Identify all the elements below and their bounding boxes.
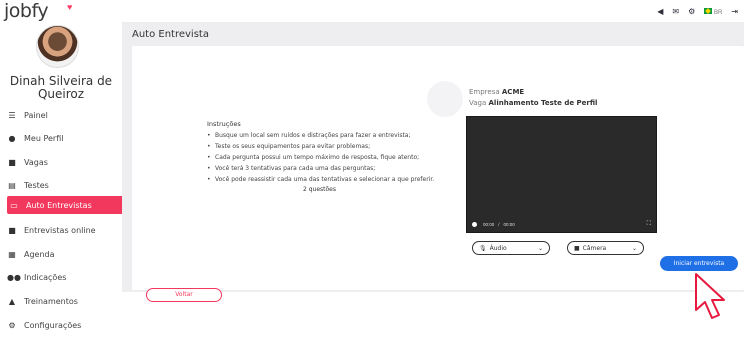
camera-select[interactable]: ■ Câmera ⌄ xyxy=(567,241,644,255)
briefcase-icon: ■ xyxy=(8,157,16,167)
user-icon: ● xyxy=(8,133,16,143)
page-title: Auto Entrevista xyxy=(132,29,209,40)
instructions-title: Instruções xyxy=(207,120,241,128)
sliders-icon: ☰ xyxy=(8,110,16,120)
sidebar-item-vagas[interactable]: ■ Vagas xyxy=(7,153,129,171)
top-bar: jobfy ♥ ◀ ✉ ⚙ BR ⇥ xyxy=(0,0,744,22)
sidebar-item-treinamentos[interactable]: ▲ Treinamentos xyxy=(7,292,129,310)
sidebar-item-label: Meu Perfil xyxy=(24,133,64,143)
sidebar-item-label: Painel xyxy=(24,110,48,120)
video-time-separator: / xyxy=(498,221,500,227)
avatar[interactable] xyxy=(36,25,79,68)
logo-heart-icon: ♥ xyxy=(67,2,73,12)
gear-icon[interactable]: ⚙ xyxy=(688,7,695,16)
chat-icon: ▭ xyxy=(10,200,18,210)
user-name: Dinah Silveira de Queiroz xyxy=(9,74,113,101)
video-duration: 00:00 xyxy=(503,221,515,227)
language-label: BR xyxy=(713,9,723,16)
video-controls: 00:00 / 00:00 ⛶ xyxy=(467,219,656,229)
sidebar-item-configuracoes[interactable]: ⚙ Configurações xyxy=(7,316,129,334)
logout-icon[interactable]: ⇥ xyxy=(731,7,738,16)
job-label: Vaga xyxy=(469,99,487,107)
video-preview[interactable]: 00:00 / 00:00 ⛶ xyxy=(466,116,657,233)
fullscreen-icon[interactable]: ⛶ xyxy=(647,221,651,228)
company-name: ACME xyxy=(501,88,525,96)
video-icon: ■ xyxy=(8,225,16,235)
sidebar-item-label: Indicações xyxy=(24,272,67,282)
chevron-down-icon: ⌄ xyxy=(631,244,637,252)
interview-card: Empresa ACME Vaga Alinhamento Teste de P… xyxy=(132,46,744,302)
list-item: Busque um local sem ruídos e distrações … xyxy=(207,130,477,141)
sidebar-item-label: Entrevistas online xyxy=(24,225,96,235)
brazil-flag-icon xyxy=(704,7,713,14)
instructions: Instruções Busque um local sem ruídos e … xyxy=(207,119,477,185)
users-icon: ●● xyxy=(7,272,21,282)
questions-count: 2 questões xyxy=(303,186,336,193)
sidebar-item-meu-perfil[interactable]: ● Meu Perfil xyxy=(7,129,129,147)
sidebar-item-label: Auto Entrevistas xyxy=(26,200,92,210)
camera-select-label: Câmera xyxy=(582,244,607,252)
audio-select-label: Áudio xyxy=(489,244,507,252)
video-current-time: 00:00 xyxy=(483,221,495,227)
pointer-cursor-icon xyxy=(695,273,725,319)
company-label: Empresa xyxy=(469,88,500,96)
sidebar-item-label: Agenda xyxy=(24,249,55,259)
calendar-icon: ▦ xyxy=(8,249,16,259)
sidebar-item-auto-entrevistas[interactable]: ▭ Auto Entrevistas xyxy=(7,196,128,214)
list-item: Teste os seus equipamentos para evitar p… xyxy=(207,141,477,152)
list-item: Você terá 3 tentativas para cada uma das… xyxy=(207,163,477,174)
clipboard-icon: ▤ xyxy=(8,180,16,190)
sidebar-item-label: Testes xyxy=(24,180,49,190)
jobfy-logo[interactable]: jobfy xyxy=(4,0,49,22)
start-interview-button[interactable]: Iniciar entrevista xyxy=(660,256,738,271)
microphone-icon: 🎙 xyxy=(479,244,487,252)
company-logo xyxy=(427,81,463,117)
sidebar-item-label: Vagas xyxy=(24,157,48,167)
audio-select[interactable]: 🎙 Áudio ⌄ xyxy=(472,241,550,255)
job-name: Alinhamento Teste de Perfil xyxy=(488,99,598,107)
language-selector[interactable]: BR xyxy=(704,7,723,16)
sidebar-item-painel[interactable]: ☰ Painel xyxy=(7,106,129,124)
mail-icon[interactable]: ✉ xyxy=(672,7,679,16)
sidebar-item-entrevistas-online[interactable]: ■ Entrevistas online xyxy=(7,221,129,239)
sidebar: Dinah Silveira de Queiroz ☰ Painel ● Meu… xyxy=(0,22,128,344)
main-content: Auto Entrevista Empresa ACME Vaga Alinha… xyxy=(122,22,744,302)
graduation-icon: ▲ xyxy=(8,296,16,306)
camera-icon: ■ xyxy=(574,244,580,252)
chevron-down-icon: ⌄ xyxy=(537,244,543,252)
instructions-list: Busque um local sem ruídos e distrações … xyxy=(207,130,477,185)
sidebar-item-agenda[interactable]: ▦ Agenda xyxy=(7,245,129,263)
top-icons: ◀ ✉ ⚙ BR ⇥ xyxy=(657,7,738,16)
list-item: Você pode reassistir cada uma das tentat… xyxy=(207,174,477,185)
back-button[interactable]: Voltar xyxy=(146,288,222,302)
megaphone-icon[interactable]: ◀ xyxy=(657,7,663,16)
gear-icon: ⚙ xyxy=(8,320,16,330)
job-info: Empresa ACME Vaga Alinhamento Teste de P… xyxy=(469,87,597,109)
play-icon[interactable] xyxy=(472,221,477,227)
sidebar-item-testes[interactable]: ▤ Testes xyxy=(7,176,129,194)
sidebar-item-label: Treinamentos xyxy=(24,296,78,306)
sidebar-item-indicacoes[interactable]: ●● Indicações xyxy=(7,268,129,286)
sidebar-item-label: Configurações xyxy=(24,320,82,330)
list-item: Cada pergunta possui um tempo máximo de … xyxy=(207,152,477,163)
